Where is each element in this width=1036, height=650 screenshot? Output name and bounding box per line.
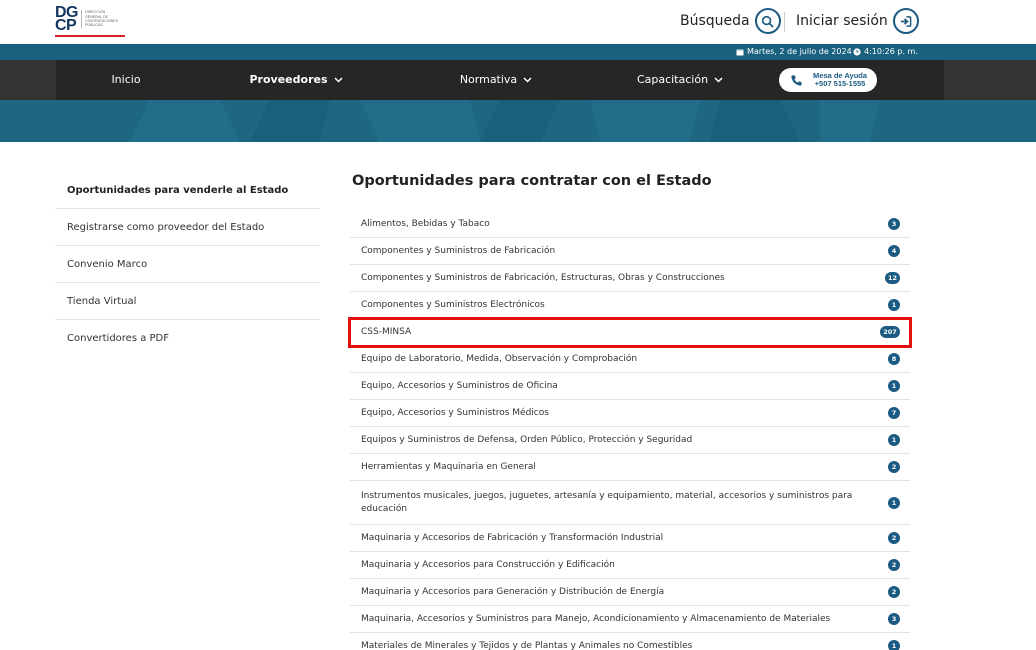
main-nav: Inicio Proveedores Normativa Capacitació… (0, 60, 1036, 100)
category-row[interactable]: Maquinaria y Accesorios para Generación … (350, 579, 910, 606)
category-label: Materiales de Minerales y Tejidos y de P… (361, 640, 693, 650)
category-row[interactable]: Materiales de Minerales y Tejidos y de P… (350, 633, 910, 650)
category-row[interactable]: Maquinaria y Accesorios para Construcció… (350, 552, 910, 579)
count-badge: 1 (888, 434, 900, 446)
count-badge: 8 (888, 353, 900, 365)
sidebar: Oportunidades para venderle al Estado Re… (55, 172, 320, 357)
category-label: Componentes y Suministros de Fabricación… (361, 272, 725, 283)
nav-item-label: Proveedores (249, 73, 328, 86)
current-date: Martes, 2 de julio de 2024 (736, 44, 852, 60)
count-badge: 207 (880, 326, 900, 338)
count-badge: 1 (888, 640, 900, 650)
category-label: Maquinaria, Accesorios y Suministros par… (361, 613, 831, 624)
calendar-icon (736, 49, 744, 56)
chevron-down-icon (714, 77, 723, 83)
login-button[interactable]: Iniciar sesión (796, 8, 919, 34)
category-row-css-minsa-highlighted[interactable]: CSS-MINSA 207 (348, 317, 912, 348)
login-icon (892, 8, 919, 34)
count-badge: 1 (888, 380, 900, 392)
time-text: 4:10:26 p. m. (864, 47, 918, 56)
category-label: Alimentos, Bebidas y Tabaco (361, 218, 490, 229)
count-badge: 2 (888, 586, 900, 598)
category-label: Equipo, Accesorios y Suministros Médicos (361, 407, 549, 418)
count-badge: 2 (888, 461, 900, 473)
nav-item-label: Normativa (459, 73, 518, 86)
login-label: Iniciar sesión (796, 13, 888, 29)
category-row[interactable]: Instrumentos musicales, juegos, juguetes… (350, 481, 910, 525)
search-label: Búsqueda (680, 13, 750, 29)
category-row[interactable]: Equipo, Accesorios y Suministros Médicos… (350, 400, 910, 427)
nav-item-inicio[interactable]: Inicio (56, 60, 196, 100)
category-label: Componentes y Suministros Electrónicos (361, 299, 545, 310)
count-badge: 2 (888, 532, 900, 544)
sidebar-item-convenio-marco[interactable]: Convenio Marco (55, 246, 320, 283)
category-label: Maquinaria y Accesorios para Construcció… (361, 559, 615, 570)
chevron-down-icon (333, 77, 343, 83)
count-badge: 3 (888, 218, 900, 230)
category-row[interactable]: Equipos y Suministros de Defensa, Orden … (350, 427, 910, 454)
page-title: Oportunidades para contratar con el Esta… (352, 173, 712, 189)
date-bar: Martes, 2 de julio de 2024 4:10:26 p. m. (0, 44, 1036, 60)
clock-icon (853, 48, 861, 56)
phone-icon (791, 74, 802, 86)
category-row[interactable]: Alimentos, Bebidas y Tabaco 3 (350, 211, 910, 238)
count-badge: 1 (888, 496, 900, 509)
category-row[interactable]: Componentes y Suministros Electrónicos 1 (350, 292, 910, 319)
nav-item-label: Inicio (111, 73, 141, 86)
category-label: CSS-MINSA (361, 326, 412, 337)
chevron-down-icon (523, 77, 532, 83)
sidebar-item-tienda-virtual[interactable]: Tienda Virtual (55, 283, 320, 320)
header-separator (784, 12, 785, 32)
count-badge: 12 (884, 272, 900, 284)
category-row[interactable]: Maquinaria, Accesorios y Suministros par… (350, 606, 910, 633)
sidebar-item-registrarse[interactable]: Registrarse como proveedor del Estado (55, 209, 320, 246)
nav-item-label: Capacitación (636, 73, 709, 86)
category-row[interactable]: Herramientas y Maquinaria en General 2 (350, 454, 910, 481)
category-row[interactable]: Equipo de Laboratorio, Medida, Observaci… (350, 346, 910, 373)
help-desk-text: Mesa de Ayuda +507 515-1555 (813, 72, 867, 88)
nav-item-capacitacion[interactable]: Capacitación (580, 60, 780, 100)
search-button[interactable]: Búsqueda (680, 8, 781, 34)
category-label: Equipos y Suministros de Defensa, Orden … (361, 434, 693, 445)
count-badge: 7 (888, 407, 900, 419)
banner-pattern (130, 100, 880, 142)
logo-mark-bottom: CP (55, 17, 77, 34)
nav-item-proveedores[interactable]: Proveedores (196, 60, 396, 100)
category-row[interactable]: Maquinaria y Accesorios de Fabricación y… (350, 525, 910, 552)
hero-banner (0, 100, 1036, 142)
logo-mark: DG CP (55, 5, 79, 34)
category-label: Componentes y Suministros de Fabricación (361, 245, 556, 256)
category-label: Equipo, Accesorios y Suministros de Ofic… (361, 380, 558, 391)
category-label: Maquinaria y Accesorios de Fabricación y… (361, 532, 664, 543)
category-list: Alimentos, Bebidas y Tabaco 3 Componente… (348, 211, 912, 650)
site-header: DG CP DIRECCIÓN GENERAL DE CONTRATACIONE… (0, 0, 1036, 44)
count-badge: 3 (888, 613, 900, 625)
sidebar-item-convertidores-pdf[interactable]: Convertidores a PDF (55, 320, 320, 357)
help-desk-phone: +507 515-1555 (814, 79, 866, 88)
nav-item-normativa[interactable]: Normativa (396, 60, 596, 100)
category-label: Equipo de Laboratorio, Medida, Observaci… (361, 353, 638, 364)
page: DG CP DIRECCIÓN GENERAL DE CONTRATACIONE… (0, 0, 1036, 650)
logo-text: DIRECCIÓN GENERAL DE CONTRATACIONES PÚBL… (81, 10, 118, 28)
category-label: Instrumentos musicales, juegos, juguetes… (361, 490, 853, 514)
count-badge: 2 (888, 559, 900, 571)
logo-underline (55, 35, 125, 37)
sidebar-item-oportunidades[interactable]: Oportunidades para venderle al Estado (55, 172, 320, 209)
help-desk-button[interactable]: Mesa de Ayuda +507 515-1555 (779, 68, 877, 92)
dgcp-logo[interactable]: DG CP DIRECCIÓN GENERAL DE CONTRATACIONE… (55, 5, 118, 34)
category-row[interactable]: Equipo, Accesorios y Suministros de Ofic… (350, 373, 910, 400)
date-text: Martes, 2 de julio de 2024 (747, 47, 852, 56)
search-icon (754, 8, 781, 34)
category-label: Herramientas y Maquinaria en General (361, 461, 536, 472)
current-time: 4:10:26 p. m. (853, 44, 918, 60)
count-badge: 4 (888, 245, 900, 257)
category-row[interactable]: Componentes y Suministros de Fabricación… (350, 265, 910, 292)
logo-text-line: PÚBLICAS (85, 23, 103, 28)
count-badge: 1 (888, 299, 900, 311)
category-label: Maquinaria y Accesorios para Generación … (361, 586, 665, 597)
category-row[interactable]: Componentes y Suministros de Fabricación… (350, 238, 910, 265)
